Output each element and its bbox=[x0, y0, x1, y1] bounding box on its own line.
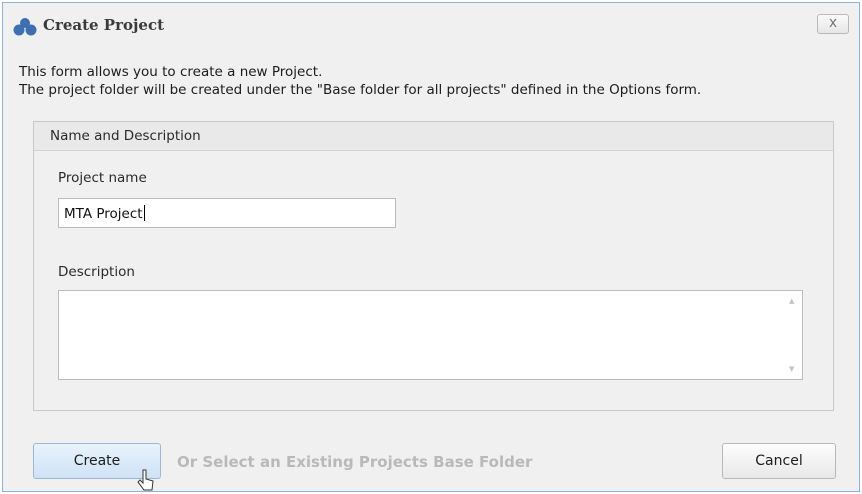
intro-text: This form allows you to create a new Pro… bbox=[19, 63, 701, 99]
scroll-up-icon[interactable]: ▲ bbox=[789, 297, 794, 305]
cancel-button[interactable]: Cancel bbox=[722, 443, 836, 479]
description-scrollbar[interactable]: ▲ ▼ bbox=[784, 291, 802, 379]
mouse-pointer-icon bbox=[137, 469, 154, 491]
project-name-input[interactable]: MTA Project bbox=[58, 198, 396, 228]
description-textarea[interactable]: ▲ ▼ bbox=[58, 290, 803, 380]
title-bar: Create Project x bbox=[3, 3, 859, 47]
close-button[interactable]: x bbox=[817, 14, 849, 34]
project-name-label: Project name bbox=[58, 170, 147, 186]
text-caret bbox=[143, 205, 145, 221]
description-label: Description bbox=[58, 264, 135, 280]
close-icon: x bbox=[828, 15, 838, 31]
select-existing-folder-link[interactable]: Or Select an Existing Projects Base Fold… bbox=[177, 453, 532, 471]
app-logo-icon bbox=[13, 18, 37, 36]
window-title: Create Project bbox=[43, 16, 165, 34]
name-description-group: Name and Description Project name MTA Pr… bbox=[33, 121, 834, 411]
create-project-dialog: Create Project x This form allows you to… bbox=[2, 2, 860, 492]
intro-line-2: The project folder will be created under… bbox=[19, 82, 702, 98]
group-header: Name and Description bbox=[34, 122, 833, 151]
project-name-value: MTA Project bbox=[64, 206, 143, 222]
scroll-down-icon[interactable]: ▼ bbox=[789, 365, 794, 373]
group-title: Name and Description bbox=[50, 128, 201, 144]
intro-line-1: This form allows you to create a new Pro… bbox=[19, 64, 323, 80]
